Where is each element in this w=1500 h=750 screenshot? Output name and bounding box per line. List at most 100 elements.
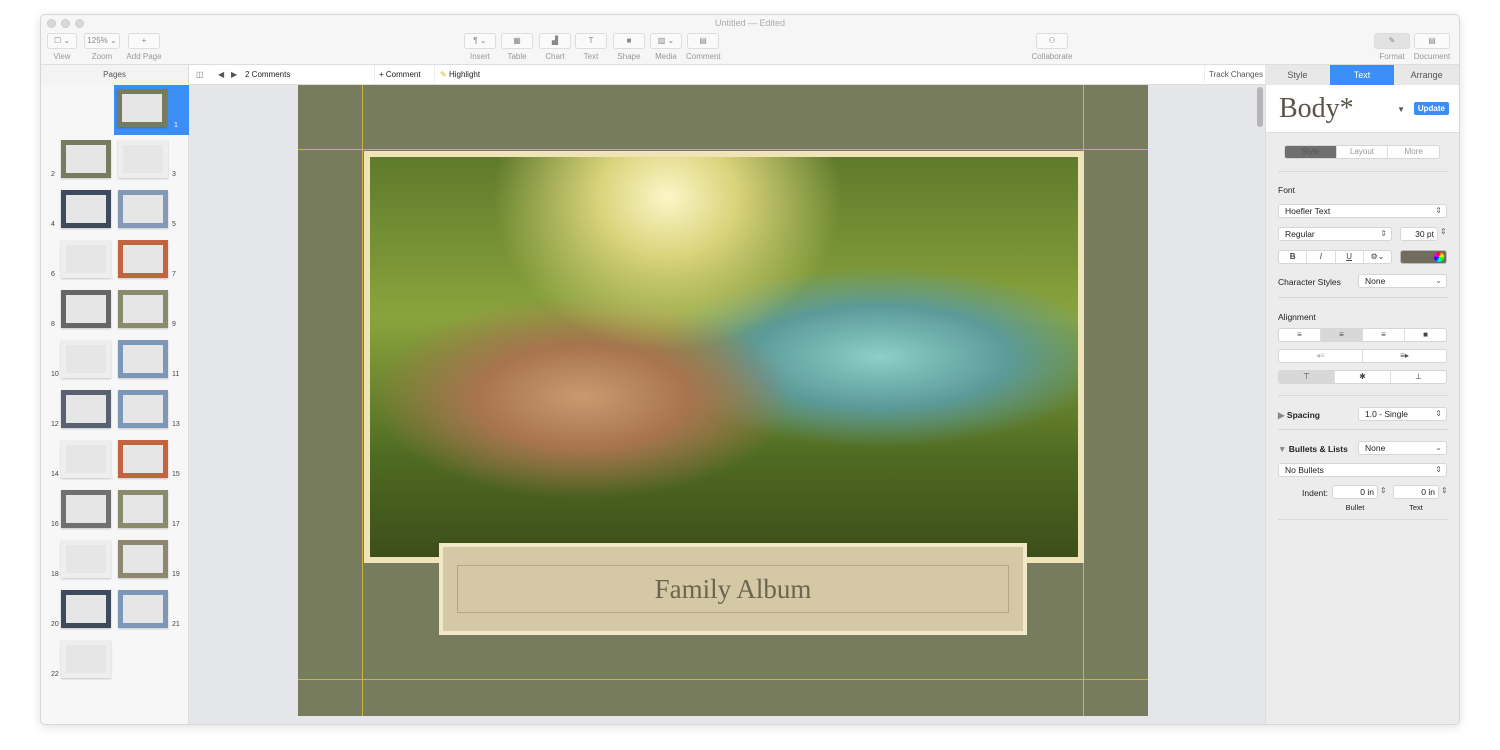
character-styles-select[interactable]: None ⌄ bbox=[1358, 274, 1447, 288]
decrease-indent-button[interactable]: ◂≡ bbox=[1279, 350, 1363, 362]
update-button[interactable]: Update bbox=[1413, 102, 1449, 115]
page-thumbnail[interactable] bbox=[118, 440, 168, 478]
page-thumbnail[interactable] bbox=[118, 590, 168, 628]
font-family-select[interactable]: Hoefler Text ⇕ bbox=[1278, 204, 1447, 218]
typeface-select[interactable]: Regular ⇕ bbox=[1278, 227, 1392, 241]
spacing-select[interactable]: 1.0 - Single ⇕ bbox=[1358, 407, 1447, 421]
underline-button[interactable]: U bbox=[1336, 251, 1364, 263]
spacing-label: Spacing bbox=[1286, 410, 1320, 420]
bold-button[interactable]: B bbox=[1279, 251, 1308, 263]
table-button[interactable]: ▦ Table bbox=[500, 33, 534, 61]
tab-arrange[interactable]: Arrange bbox=[1394, 65, 1459, 85]
view-button[interactable]: ☐ ⌄ View bbox=[47, 33, 77, 61]
spacing-disclosure[interactable]: ▶ Spacing bbox=[1278, 410, 1320, 421]
page-thumbnail[interactable] bbox=[118, 490, 168, 528]
justify-button[interactable]: ■ bbox=[1405, 329, 1446, 341]
updown-icon: ⇕ bbox=[1380, 229, 1387, 238]
list-style-select[interactable]: None ⌄ bbox=[1358, 441, 1447, 455]
page-thumbnail[interactable] bbox=[61, 240, 111, 278]
page-thumbnail[interactable] bbox=[61, 490, 111, 528]
thumbnail-photo bbox=[66, 645, 106, 673]
page-thumbnail[interactable] bbox=[61, 390, 111, 428]
text-color-well[interactable] bbox=[1400, 250, 1447, 264]
align-left-button[interactable]: ≡ bbox=[1279, 329, 1321, 341]
align-center-button[interactable]: ≡ bbox=[1321, 329, 1363, 341]
align-right-button[interactable]: ≡ bbox=[1363, 329, 1405, 341]
page-thumbnail[interactable] bbox=[61, 290, 111, 328]
page-thumbnail[interactable] bbox=[118, 540, 168, 578]
page-number: 15 bbox=[172, 471, 180, 478]
text-indent-stepper[interactable]: ⇕ bbox=[1441, 486, 1448, 495]
bullet-type-select[interactable]: No Bullets ⇕ bbox=[1278, 463, 1447, 477]
zoom-select[interactable]: 125% ⌄ Zoom bbox=[84, 33, 120, 61]
page-thumbnail[interactable] bbox=[61, 640, 111, 678]
previous-comment-button[interactable]: ◀ bbox=[218, 65, 224, 85]
page-thumbnails-sidebar[interactable]: 1 2 3 4 5 6 7 8 9 10 11 12 13 14 15 16 17 18 19 20 21 22 bbox=[41, 85, 189, 724]
tab-text[interactable]: Text bbox=[1329, 65, 1395, 85]
add-comment-button[interactable]: + Comment bbox=[374, 65, 421, 85]
italic-button[interactable]: I bbox=[1307, 251, 1336, 263]
font-size-stepper[interactable]: ⇕ bbox=[1440, 227, 1447, 236]
comment-button[interactable]: ▤ Comment bbox=[686, 33, 721, 61]
align-bottom-button[interactable]: ⊥ bbox=[1391, 371, 1446, 383]
disclosure-right-icon: ▶ bbox=[1278, 410, 1285, 420]
chart-icon: ▟ bbox=[539, 33, 571, 49]
vertical-scrollbar[interactable] bbox=[1257, 87, 1263, 127]
family-photo[interactable] bbox=[364, 151, 1084, 563]
chevron-down-icon[interactable]: ▼ bbox=[1397, 105, 1405, 114]
bullets-disclosure[interactable]: ▼ Bullets & Lists bbox=[1278, 444, 1348, 454]
shape-button[interactable]: ■ Shape bbox=[612, 33, 646, 61]
collaborate-icon: ⚇ bbox=[1036, 33, 1068, 49]
page-thumbnail[interactable] bbox=[118, 140, 168, 178]
page-thumbnail[interactable] bbox=[61, 440, 111, 478]
sidebar-toggle-icon[interactable]: ◫ bbox=[196, 65, 204, 85]
text-button[interactable]: T Text bbox=[574, 33, 608, 61]
color-wheel-icon[interactable] bbox=[1434, 252, 1444, 262]
page-thumbnail[interactable] bbox=[61, 590, 111, 628]
text-options-gear-icon[interactable]: ⚙⌄ bbox=[1364, 251, 1391, 263]
text-format-buttons: B I U ⚙⌄ bbox=[1278, 250, 1392, 264]
chart-button[interactable]: ▟ Chart bbox=[538, 33, 572, 61]
text-indent-field[interactable]: 0 in bbox=[1393, 485, 1439, 499]
document-canvas[interactable]: Family Album bbox=[189, 85, 1267, 724]
paragraph-style-selector[interactable]: Body* ▼ Update bbox=[1266, 85, 1459, 133]
page-thumbnail[interactable] bbox=[117, 89, 167, 127]
track-changes-button[interactable]: Track Changes bbox=[1204, 65, 1263, 85]
divider bbox=[1278, 395, 1448, 396]
next-comment-button[interactable]: ▶ bbox=[231, 65, 237, 85]
text-caption: Text bbox=[1409, 503, 1423, 512]
page-thumbnail[interactable] bbox=[118, 190, 168, 228]
collaborate-button[interactable]: ⚇ Collaborate bbox=[1029, 33, 1075, 61]
page-thumbnail[interactable] bbox=[118, 340, 168, 378]
subtab-style[interactable]: Style bbox=[1285, 146, 1337, 158]
comments-count[interactable]: 2 Comments bbox=[245, 65, 290, 85]
document-page[interactable]: Family Album bbox=[298, 85, 1148, 716]
tab-style[interactable]: Style bbox=[1265, 65, 1330, 85]
increase-indent-button[interactable]: ≡▸ bbox=[1363, 350, 1446, 362]
bullet-indent-stepper[interactable]: ⇕ bbox=[1380, 486, 1387, 495]
font-size-field[interactable]: 30 pt bbox=[1400, 227, 1438, 241]
align-top-button[interactable]: ⊤ bbox=[1279, 371, 1335, 383]
page-thumbnail[interactable] bbox=[118, 240, 168, 278]
page-thumbnail[interactable] bbox=[118, 390, 168, 428]
subtab-more[interactable]: More bbox=[1388, 146, 1439, 158]
subtab-layout[interactable]: Layout bbox=[1337, 146, 1389, 158]
page-thumbnail[interactable] bbox=[118, 290, 168, 328]
caption-box[interactable]: Family Album bbox=[439, 543, 1027, 635]
highlight-button[interactable]: ✎ Highlight bbox=[434, 65, 480, 85]
caption-text[interactable]: Family Album bbox=[457, 565, 1009, 613]
insert-button[interactable]: ¶ ⌄ Insert bbox=[463, 33, 497, 61]
format-button[interactable]: ✎ Format bbox=[1374, 33, 1410, 61]
updown-icon: ⇕ bbox=[1435, 206, 1442, 215]
page-thumbnail[interactable] bbox=[61, 140, 111, 178]
media-button[interactable]: ▨ ⌄ Media bbox=[649, 33, 683, 61]
font-label: Font bbox=[1278, 185, 1296, 195]
view-label: View bbox=[53, 52, 71, 61]
document-button[interactable]: ▤ Document bbox=[1411, 33, 1453, 61]
page-thumbnail[interactable] bbox=[61, 190, 111, 228]
align-middle-button[interactable]: ✱ bbox=[1335, 371, 1391, 383]
bullet-indent-field[interactable]: 0 in bbox=[1332, 485, 1378, 499]
add-page-button[interactable]: + Add Page bbox=[125, 33, 163, 61]
page-thumbnail[interactable] bbox=[61, 540, 111, 578]
page-thumbnail[interactable] bbox=[61, 340, 111, 378]
